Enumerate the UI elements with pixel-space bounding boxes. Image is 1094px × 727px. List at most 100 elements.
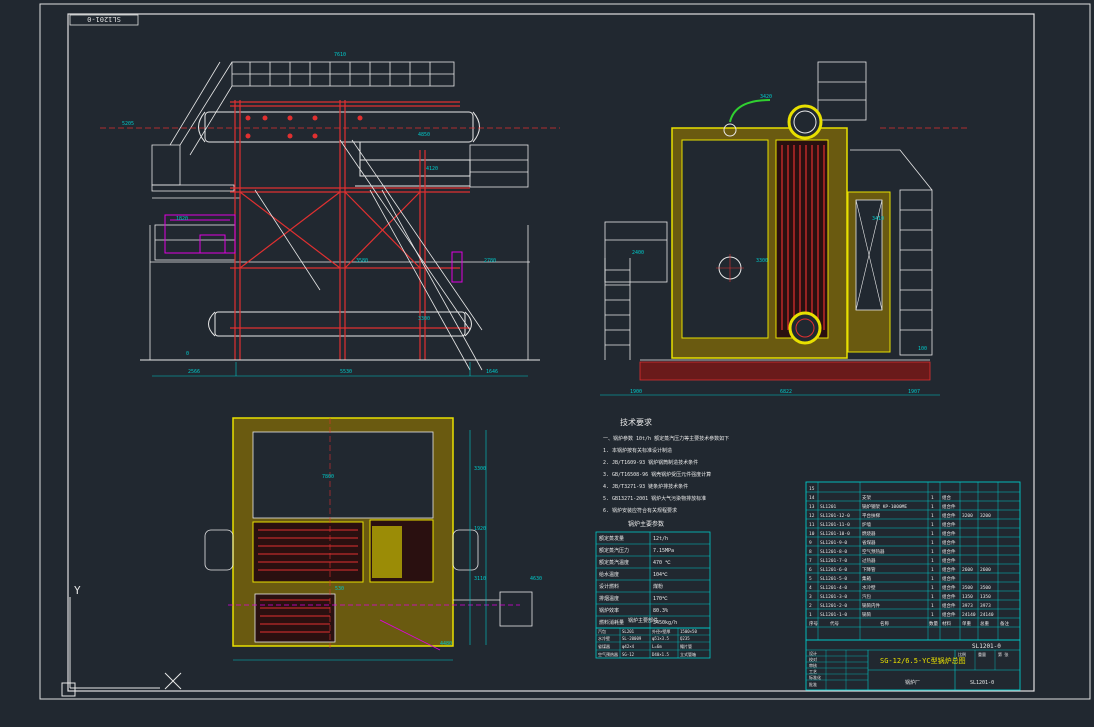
bom-header-cell: 代号 xyxy=(830,620,839,627)
bom-cell: 2600 xyxy=(980,567,991,573)
bom-header-cell: 序号 xyxy=(809,620,818,627)
bom-cell: SL1201-9-0 xyxy=(820,540,847,546)
bom-cell: 3500 xyxy=(980,585,991,591)
bom-cell: 组合件 xyxy=(942,548,956,555)
component-cell: SL-20009 xyxy=(622,636,642,641)
bom-cell: 1 xyxy=(931,594,934,600)
bom-cell: 组合件 xyxy=(942,584,956,591)
bom-cell: 5 xyxy=(809,576,812,582)
note-line-1: 1. 本锅炉按有关标准设计制造 xyxy=(603,447,672,454)
titleblock-label: 审核 xyxy=(809,662,817,668)
cad-canvas[interactable]: SL1201-0 7610 5205 4850 4120 3580 2780 1… xyxy=(0,0,1094,727)
drawing-number: SL1201-0 xyxy=(972,643,1001,650)
component-cell: 汽包 xyxy=(598,628,606,634)
technical-notes: 技术要求 一、锅炉参数 10t/h 额定蒸汽压力等主要技术参数如下 1. 本锅炉… xyxy=(603,417,729,514)
bom-cell: 1 xyxy=(931,612,934,618)
bom-cell: 1 xyxy=(931,603,934,609)
component-cell: 省煤器 xyxy=(598,643,610,649)
bom-cell: 24140 xyxy=(962,612,976,618)
param-name: 额定蒸汽温度 xyxy=(599,559,629,566)
titleblock-label: 校对 xyxy=(809,656,817,662)
bom-cell: 燃烧器 xyxy=(862,530,876,537)
bom-cell: 组合件 xyxy=(942,593,956,600)
param-name: 锅炉效率 xyxy=(599,607,619,614)
bom-cell: 1 xyxy=(931,576,934,582)
dim-front-3: 4120 xyxy=(426,166,438,172)
param-value: 12t/h xyxy=(653,536,668,542)
bom-cell: 1 xyxy=(931,585,934,591)
component-cell: 外径×壁厚 xyxy=(652,628,670,634)
bill-of-materials[interactable]: 15 14 支架 1 组合 13 SL1201 锅炉钢架 KP-1000ME 1… xyxy=(805,481,1021,641)
bom-cell: 空气预热器 xyxy=(862,548,885,555)
component-cell: L=6m xyxy=(652,644,662,649)
bom-cell: 1350 xyxy=(962,594,973,600)
ground-foundation xyxy=(639,361,931,381)
bom-cell: 12 xyxy=(809,513,815,519)
param-value: 80.3% xyxy=(653,608,668,614)
bom-cell: 省煤器 xyxy=(862,539,876,546)
bom-cell: 1 xyxy=(931,513,934,519)
bom-header-cell: 材料 xyxy=(942,620,951,627)
bom-cell: 汽包 xyxy=(862,593,871,600)
titleblock-label: 标准化 xyxy=(809,674,821,680)
note-line-3: 3. GB/T16508-96 锅壳锅炉受压元件强度计算 xyxy=(603,471,711,478)
bom-cell: SL1201-2-0 xyxy=(820,603,847,609)
dim-plan-6: 530 xyxy=(335,586,344,592)
bom-cell: 7 xyxy=(809,558,812,564)
bom-cell: 组合件 xyxy=(942,530,956,537)
bom-cell: 15 xyxy=(809,486,815,492)
component-cell: 空气预热器 xyxy=(598,651,618,657)
bom-cell: 1 xyxy=(931,567,934,573)
dim-front-5: 2780 xyxy=(484,258,496,264)
dim-front-10: 5530 xyxy=(340,369,352,375)
bom-cell: SL1201-5-0 xyxy=(820,576,847,582)
bom-cell: 炉墙 xyxy=(862,521,871,528)
bom-cell: 下降管 xyxy=(862,566,876,573)
side-view[interactable]: 3420 3410 2400 3300 100 1900 6822 1907 xyxy=(600,61,970,396)
dim-front-zero: 0 xyxy=(186,351,189,357)
component-cell: φ51×3.5 xyxy=(652,636,669,641)
dim-side-7: 1907 xyxy=(908,389,920,395)
bom-cell: 1 xyxy=(931,504,934,510)
dim-front-2: 4850 xyxy=(418,132,430,138)
note-line-0: 一、锅炉参数 10t/h 额定蒸汽压力等主要技术参数如下 xyxy=(603,435,729,442)
bom-cell: 3973 xyxy=(980,603,991,609)
note-line-2: 2. JB/T1609-93 锅炉锅筒制造技术条件 xyxy=(603,459,698,466)
titleblock-sheet-label: 第 张 xyxy=(998,651,1008,657)
component-cell: SL201 xyxy=(622,629,635,634)
bom-header-cell: 备注 xyxy=(1000,620,1009,627)
bom-cell: 过热器 xyxy=(862,557,876,564)
bom-cell: 组合件 xyxy=(942,611,956,618)
bom-cell: 1 xyxy=(809,612,812,618)
drawing-viewport[interactable]: SL1201-0 7610 5205 4850 4120 3580 2780 1… xyxy=(0,0,1094,727)
component-cell: 水冷壁 xyxy=(598,635,610,641)
bom-cell: 11 xyxy=(809,522,815,528)
bom-cell: 锅筒内件 xyxy=(862,602,880,609)
title-block[interactable]: 设计 校对 审核 工艺 标准化 批准 比例 重量 第 张 SL1201-0 SG… xyxy=(805,639,1021,691)
titleblock-weight-label: 重量 xyxy=(978,651,986,657)
front-view[interactable]: 7610 5205 4850 4120 3580 2780 1820 0 330… xyxy=(100,52,560,377)
note-line-6: 6. 锅炉安装应符合有关规程要求 xyxy=(603,507,677,514)
component-cell: Q235 xyxy=(680,636,690,641)
ucs-y-label: Y xyxy=(74,584,81,597)
bom-cell: 1 xyxy=(931,531,934,537)
bom-cell: 2 xyxy=(809,603,812,609)
bom-cell: 3200 xyxy=(980,513,991,519)
bom-cell: 组合件 xyxy=(942,575,956,582)
note-line-4: 4. JB/T3271-93 链条炉排技术条件 xyxy=(603,483,688,490)
bom-cell: 1 xyxy=(931,558,934,564)
plan-view[interactable]: 7800 3300 1920 3110 4480 4630 530 xyxy=(204,417,542,661)
param-name: 燃料消耗量 xyxy=(599,619,624,626)
dim-front-4: 3580 xyxy=(356,258,368,264)
dim-side-1: 3410 xyxy=(872,216,884,222)
titleblock-label: 设计 xyxy=(809,650,817,656)
component-cell: 鳍片管 xyxy=(680,643,692,649)
bom-cell: 1 xyxy=(931,495,934,501)
component-cell: φ42×4 xyxy=(622,644,635,649)
bom-cell: SL1201-1-0 xyxy=(820,612,847,618)
dim-plan-3: 3110 xyxy=(474,576,486,582)
drawing-title: SG-12/6.5-YC型锅炉总图 xyxy=(880,656,966,665)
bom-cell: 组合件 xyxy=(942,539,956,546)
bom-cell: 组合件 xyxy=(942,557,956,564)
component-cell: 1500×50 xyxy=(680,629,697,634)
